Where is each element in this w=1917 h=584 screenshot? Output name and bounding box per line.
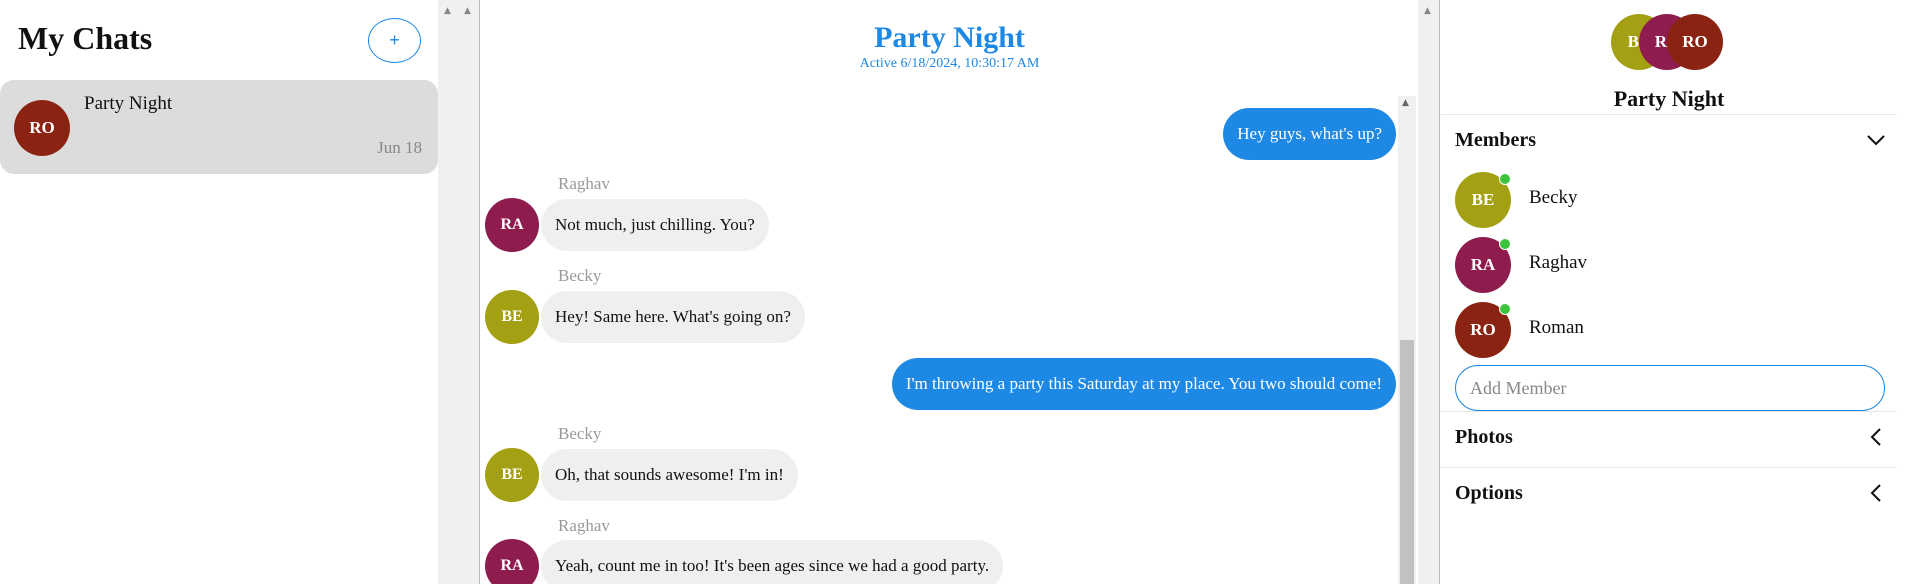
message-avatar: BE <box>485 290 539 344</box>
message-bubble-incoming: Hey! Same here. What's going on? <box>541 291 805 343</box>
chat-list-title: My Chats <box>18 20 153 56</box>
details-title: Party Night <box>1613 86 1725 111</box>
conversation-status: Active 6/18/2024, 10:30:17 AM <box>859 56 1040 71</box>
message-sender: Raghav <box>558 174 610 193</box>
member-item-roman[interactable]: RO Roman <box>1455 302 1875 358</box>
center-scrollbar[interactable]: ▲ <box>1418 0 1440 584</box>
photos-label: Photos <box>1455 426 1513 448</box>
chat-list-panel: My Chats + RO Party Night Jun 18 <box>0 0 438 584</box>
photos-section-header[interactable]: Photos <box>1441 411 1897 465</box>
chat-item-date: Jun 18 <box>377 138 422 157</box>
scroll-up-arrow-icon[interactable]: ▲ <box>444 6 451 16</box>
online-indicator <box>1499 303 1511 315</box>
member-name: Raghav <box>1529 252 1588 273</box>
chevron-down-icon[interactable] <box>1865 129 1887 151</box>
message-avatar: RA <box>485 198 539 252</box>
conversation-title: Party Night <box>874 21 1025 54</box>
new-chat-button[interactable]: + <box>368 18 421 63</box>
message-sender: Becky <box>558 424 602 443</box>
chat-list-item[interactable]: RO Party Night Jun 18 <box>0 80 438 174</box>
members-label: Members <box>1455 129 1537 151</box>
options-section-header[interactable]: Options <box>1441 467 1897 521</box>
member-item-raghav[interactable]: RA Raghav <box>1455 237 1875 293</box>
message-bubble-incoming: Oh, that sounds awesome! I'm in! <box>541 449 798 501</box>
scroll-up-arrow-icon[interactable]: ▲ <box>464 6 471 16</box>
members-section-header[interactable]: Members <box>1441 114 1897 168</box>
scroll-up-arrow-icon[interactable]: ▲ <box>1424 6 1431 16</box>
conversation-panel: Party Night Active 6/18/2024, 10:30:17 A… <box>481 0 1418 584</box>
message-bubble-outgoing: I'm throwing a party this Saturday at my… <box>891 358 1396 410</box>
chat-details-panel: BE RA RO Party Night Members BE Becky RA… <box>1441 0 1917 584</box>
message-bubble-outgoing: Hey guys, what's up? <box>1223 108 1396 160</box>
chat-app: My Chats + RO Party Night Jun 18 ▲ ▲ Par… <box>0 0 1917 584</box>
chat-item-name: Party Night <box>84 93 173 114</box>
chevron-left-icon[interactable] <box>1865 426 1887 448</box>
member-item-becky[interactable]: BE Becky <box>1455 172 1875 228</box>
scrollbar-thumb[interactable] <box>1400 340 1414 584</box>
scroll-up-arrow-icon[interactable]: ▲ <box>1402 98 1409 108</box>
online-indicator <box>1499 173 1511 185</box>
member-name: Becky <box>1529 187 1578 208</box>
message-avatar: RA <box>485 539 539 584</box>
message-sender: Becky <box>558 266 602 285</box>
message-bubble-incoming: Yeah, count me in too! It's been ages si… <box>541 540 1004 584</box>
conversation-scrollbar[interactable]: ▲ <box>1398 96 1416 584</box>
group-avatar: RO <box>1667 14 1723 70</box>
group-avatar-stack: BE RA RO <box>1611 14 1751 70</box>
chevron-left-icon[interactable] <box>1865 482 1887 504</box>
left-scrollbar[interactable]: ▲ ▲ <box>438 0 480 584</box>
member-name: Roman <box>1529 317 1584 338</box>
online-indicator <box>1499 238 1511 250</box>
message-avatar: BE <box>485 448 539 502</box>
chat-avatar: RO <box>14 100 70 156</box>
message-bubble-incoming: Not much, just chilling. You? <box>541 199 769 251</box>
message-sender: Raghav <box>558 516 610 535</box>
options-label: Options <box>1455 482 1523 504</box>
add-member-input[interactable] <box>1455 365 1885 411</box>
